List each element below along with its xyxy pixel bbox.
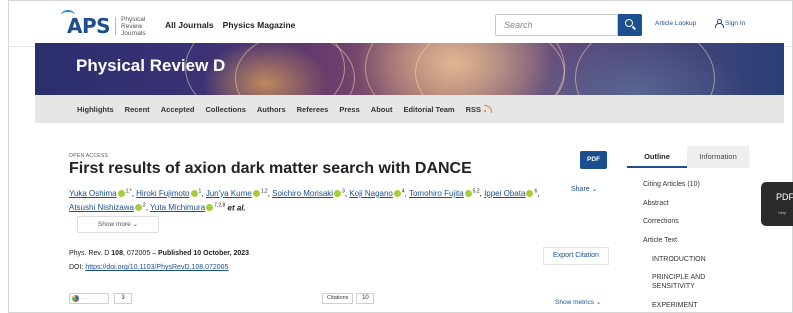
orcid-icon[interactable] xyxy=(252,189,260,197)
tab-outline[interactable]: Outline xyxy=(627,146,687,168)
author-link[interactable]: Soichiro Morisaki xyxy=(272,189,333,198)
author-item: Soichiro Morisaki 3, xyxy=(272,188,350,198)
logo-text: APS xyxy=(61,10,111,38)
top-bar: APS Physical Review Journals All Journal… xyxy=(9,1,792,47)
orcid-icon[interactable] xyxy=(190,189,198,197)
orcid-icon[interactable] xyxy=(393,189,401,197)
open-access-badge: OPEN ACCESS xyxy=(69,153,109,159)
subnav-accepted[interactable]: Accepted xyxy=(161,105,195,114)
author-item: Hiroki Fujimoto 1, xyxy=(136,188,206,198)
orcid-icon[interactable] xyxy=(117,189,125,197)
author-item: Ippei Obata 6, xyxy=(484,188,540,198)
author-link[interactable]: Yuta Michimura xyxy=(150,203,205,212)
citations-badge[interactable]: Citations 10 xyxy=(322,293,375,304)
subnav-authors[interactable]: Authors xyxy=(257,105,286,114)
author-link[interactable]: Jun'ya Kume xyxy=(206,189,252,198)
show-more-button[interactable]: Show more ⌄ xyxy=(77,216,159,233)
chevron-down-icon: ⌄ xyxy=(595,299,602,306)
author-link[interactable]: Yuka Oshima xyxy=(69,189,117,198)
altmetric-icon: ····· xyxy=(69,293,109,304)
orcid-icon[interactable] xyxy=(206,204,214,212)
outline-citing-articles[interactable]: Citing Articles (10) xyxy=(643,181,700,188)
outline-introduction[interactable]: INTRODUCTION xyxy=(652,255,722,264)
outline-article-text[interactable]: Article Text xyxy=(643,237,677,244)
subnav-recent[interactable]: Recent xyxy=(125,105,150,114)
author-link[interactable]: Atsushi Nishizawa xyxy=(69,203,134,212)
sign-in-link[interactable]: Sign In xyxy=(715,19,746,28)
pdf-button[interactable]: PDF xyxy=(580,151,607,169)
subnav-referees[interactable]: Referees xyxy=(297,105,329,114)
orcid-icon[interactable] xyxy=(334,189,342,197)
author-list: Yuka Oshima 1,*, Hiroki Fujimoto 1, Jun'ya… xyxy=(69,185,561,214)
altmetric-badge[interactable]: ····· 3 xyxy=(69,293,132,304)
outline-corrections[interactable]: Corrections xyxy=(643,218,679,225)
author-item: Jun'ya Kume 1,2, xyxy=(205,188,273,198)
rss-icon xyxy=(484,104,492,113)
author-link[interactable]: Tomohiro Fujita xyxy=(409,189,464,198)
citations-label: Citations xyxy=(322,293,354,304)
aps-logo[interactable]: APS Physical Review Journals xyxy=(61,10,161,38)
journal-title[interactable]: Physical Review D xyxy=(76,56,225,76)
author-item: Yuta Michimura 7,2,8 xyxy=(150,202,226,213)
author-item: Yuka Oshima 1,*, xyxy=(69,188,137,198)
sign-in-label: Sign In xyxy=(725,19,746,27)
search-input[interactable]: Search xyxy=(495,14,618,36)
author-link[interactable]: Koji Nagano xyxy=(349,189,393,198)
chevron-down-icon: ⌄ xyxy=(132,221,139,228)
article-lookup-link[interactable]: Article Lookup xyxy=(655,20,696,27)
search-button[interactable] xyxy=(618,14,642,36)
share-button[interactable]: Share ⌄ xyxy=(571,185,598,193)
doi-link[interactable]: https://doi.org/10.1103/PhysRevD.108.072… xyxy=(85,264,228,271)
author-link[interactable]: Ippei Obata xyxy=(484,189,525,198)
author-item: Koji Nagano 4, xyxy=(349,188,409,198)
author-item: Tomohiro Fujita 5,2, xyxy=(408,188,485,198)
publication-info: Phys. Rev. D 108, 072005 – Published 10 … xyxy=(69,250,250,257)
orcid-icon[interactable] xyxy=(464,189,472,197)
floating-pdf-button[interactable]: PDF Help xyxy=(761,182,793,226)
tab-information[interactable]: Information xyxy=(687,146,749,168)
nav-all-journals[interactable]: All Journals xyxy=(165,20,214,30)
top-nav: All Journals Physics Magazine xyxy=(165,20,295,30)
page-frame: APS Physical Review Journals All Journal… xyxy=(8,0,793,313)
chevron-down-icon: ⌄ xyxy=(591,186,598,193)
floating-pdf-label: PDF xyxy=(776,192,793,202)
orcid-icon[interactable] xyxy=(134,204,142,212)
subnav-highlights[interactable]: Highlights xyxy=(77,105,114,114)
logo-subtitle: Physical Review Journals xyxy=(121,15,146,37)
show-metrics-button[interactable]: Show metrics ⌄ xyxy=(555,298,601,306)
subnav-press[interactable]: Press xyxy=(339,105,359,114)
author-item: Atsushi Nishizawa 2, xyxy=(69,202,151,213)
subnav-collections[interactable]: Collections xyxy=(205,105,245,114)
subnav-about[interactable]: About xyxy=(371,105,393,114)
article-title: First results of axion dark matter searc… xyxy=(69,160,472,177)
author-link[interactable]: Hiroki Fujimoto xyxy=(136,189,189,198)
et-al: et al. xyxy=(227,203,246,213)
citations-count: 10 xyxy=(356,293,375,304)
floating-help-label: Help xyxy=(778,210,787,215)
doi-info: DOI: https://doi.org/10.1103/PhysRevD.10… xyxy=(69,264,229,271)
outline-experiment[interactable]: EXPERIMENT xyxy=(652,301,722,310)
user-icon xyxy=(715,19,724,28)
outline-principle-and-sensitivity[interactable]: PRINCIPLE AND SENSITIVITY xyxy=(652,273,722,291)
journal-subnav: Highlights Recent Accepted Collections A… xyxy=(35,95,784,123)
subnav-rss[interactable]: RSS xyxy=(466,104,492,114)
outline-abstract[interactable]: Abstract xyxy=(643,200,669,207)
orcid-icon[interactable] xyxy=(526,189,534,197)
subnav-editorial-team[interactable]: Editorial Team xyxy=(403,105,454,114)
sidebar-tabs: Outline Information xyxy=(627,146,749,168)
altmetric-count: 3 xyxy=(114,293,132,304)
nav-physics-magazine[interactable]: Physics Magazine xyxy=(223,20,296,30)
export-citation-button[interactable]: Export Citation xyxy=(543,247,609,265)
journal-banner: Physical Review D xyxy=(35,43,784,95)
